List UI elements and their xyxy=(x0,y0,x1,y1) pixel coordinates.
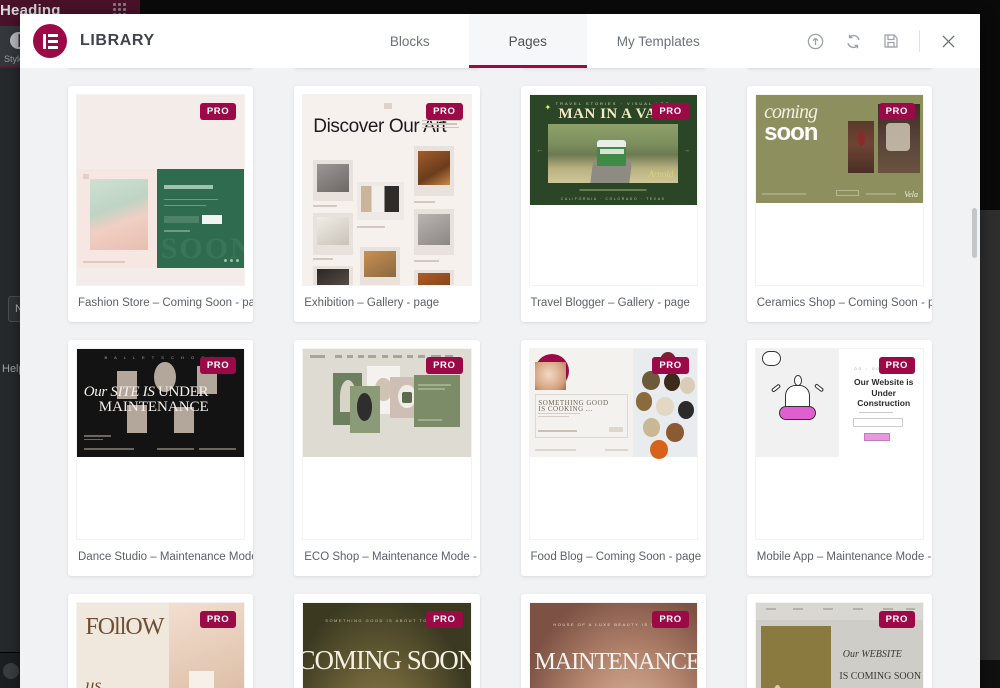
template-thumbnail: PRO TRAVEL STORIES · VISUAL LOG ✦ MAN IN… xyxy=(528,94,698,286)
pro-badge: PRO xyxy=(652,103,689,120)
thumb-headline-italic: Our SITE IS xyxy=(83,383,155,400)
tab-pages-label: Pages xyxy=(508,33,547,49)
template-caption: Fashion Store – Coming Soon - page xyxy=(78,297,254,309)
template-card[interactable]: PRO SOMETHING GOOD IS ABOUT TO COME COMI… xyxy=(294,594,480,688)
thumb-headline: MAN IN A VAN xyxy=(558,106,668,123)
pro-badge: PRO xyxy=(878,357,915,374)
thumbnail-art-dance-studio: B A L L E T S C H O O L Our SITE IS UNDE… xyxy=(77,349,245,539)
pro-badge: PRO xyxy=(878,611,915,628)
thumb-headline-1: Our Website is xyxy=(854,377,914,388)
editor-footer-left-icon[interactable] xyxy=(3,663,19,679)
thumb-headline: MAINTENANCE xyxy=(534,648,698,675)
thumb-footer: CALIFORNIA · COLORADO · TEXAS xyxy=(560,196,666,201)
template-card[interactable]: PRO FOllOW us xyxy=(68,594,254,688)
pro-badge: PRO xyxy=(199,611,237,628)
tab-blocks-label: Blocks xyxy=(389,33,430,49)
elementor-logo-icon xyxy=(33,24,67,58)
library-brand: LIBRARY xyxy=(33,24,155,58)
library-tabs: Blocks Pages My Templates xyxy=(351,14,730,68)
header-divider xyxy=(919,30,920,52)
thumbnail-art-fashion-store: SOON xyxy=(77,95,245,285)
template-library-modal: LIBRARY Blocks Pages My Templates PRO SO… xyxy=(20,14,980,688)
template-thumbnail: PRO xyxy=(754,348,924,540)
template-caption: ECO Shop – Maintenance Mode - p… xyxy=(304,551,480,563)
thumbnail-art-food-blog: unforgo SOMETHING GOOD IS COOKING ... xyxy=(529,349,697,539)
sync-icon[interactable] xyxy=(839,27,867,55)
library-title: LIBRARY xyxy=(80,32,155,49)
thumb-headline-1: FOllOW xyxy=(85,614,164,641)
library-content[interactable]: Wireframe – Services 2 - page Wireframe … xyxy=(20,68,980,688)
template-card[interactable]: PRO xyxy=(294,340,480,576)
template-card[interactable]: PRO B A L L E T S C H O O L Our SITE IS … xyxy=(68,340,254,576)
save-icon[interactable] xyxy=(877,27,905,55)
thumb-sub: D W M xyxy=(870,400,893,406)
thumb-headline-2: IS COMING SOON xyxy=(839,671,922,683)
pro-badge: PRO xyxy=(426,611,463,628)
thumbnail-art-ceramics-shop: coming soon Vela xyxy=(755,95,923,285)
pro-badge: PRO xyxy=(199,103,237,120)
thumb-brand: Vela xyxy=(904,189,918,199)
template-card[interactable]: PRO Our WEBSITE IS COMING SOON xyxy=(746,594,932,688)
vertical-scrollbar[interactable] xyxy=(972,208,977,258)
template-thumbnail: PRO Discover Our Art xyxy=(302,94,472,286)
template-thumbnail: PRO unforgo SOMETHING GOOD IS COOKING ..… xyxy=(528,348,698,540)
template-card[interactable]: PRO Discover Our Art Exhibition – Galler… xyxy=(294,86,480,322)
template-thumbnail: PRO HOUSE OF A LUXE BEAUTY IS UNDER MAIN… xyxy=(528,602,698,688)
thumb-headline-1: Our WEBSITE xyxy=(842,648,902,660)
close-icon[interactable] xyxy=(934,27,962,55)
library-header: LIBRARY Blocks Pages My Templates xyxy=(20,14,980,68)
pro-badge: PRO xyxy=(878,103,915,120)
template-thumbnail: PRO Our WEBSITE IS COMING SOON xyxy=(754,602,924,688)
thumb-headline-2: us xyxy=(85,675,102,688)
template-card[interactable]: PRO HOUSE OF A LUXE BEAUTY IS UNDER MAIN… xyxy=(520,594,706,688)
thumb-headline-rest: UNDER xyxy=(158,383,209,400)
template-thumbnail: PRO coming soon Vela xyxy=(754,94,924,286)
template-thumbnail: PRO SOON xyxy=(76,94,246,286)
pro-badge: PRO xyxy=(199,357,237,374)
template-card[interactable]: PRO unforgo SOMETHING GOOD IS COOKING ..… xyxy=(520,340,706,576)
template-thumbnail: PRO FOllOW us xyxy=(76,602,246,688)
upload-icon[interactable] xyxy=(801,27,829,55)
pro-badge: PRO xyxy=(426,357,463,374)
thumb-headline-2: MAINTENANCE xyxy=(98,398,209,415)
template-thumbnail: PRO SOMETHING GOOD IS ABOUT TO COME COMI… xyxy=(302,602,472,688)
thumb-headline: COMING SOON xyxy=(302,644,472,675)
tab-blocks[interactable]: Blocks xyxy=(351,14,469,68)
library-header-actions xyxy=(801,27,980,55)
template-card[interactable]: PRO xyxy=(746,340,932,576)
template-caption: Exhibition – Gallery - page xyxy=(304,297,440,309)
pro-badge: PRO xyxy=(652,357,689,374)
thumb-headline: soon xyxy=(764,118,818,146)
template-caption: Mobile App – Maintenance Mode - … xyxy=(756,551,932,563)
thumbnail-art-travel-blogger: TRAVEL STORIES · VISUAL LOG ✦ MAN IN A V… xyxy=(529,95,697,285)
pro-badge: PRO xyxy=(426,103,463,120)
template-thumbnail: PRO xyxy=(302,348,472,540)
thumbnail-art-exhibition: Discover Our Art xyxy=(303,95,471,285)
pro-badge: PRO xyxy=(652,611,689,628)
template-caption: Ceramics Shop – Coming Soon - pa… xyxy=(756,297,932,309)
tab-pages[interactable]: Pages xyxy=(468,14,587,68)
template-card[interactable]: PRO TRAVEL STORIES · VISUAL LOG ✦ MAN IN… xyxy=(520,86,706,322)
template-caption: Food Blog – Coming Soon - page xyxy=(530,551,702,563)
template-thumbnail: PRO B A L L E T S C H O O L Our SITE IS … xyxy=(76,348,246,540)
template-card[interactable]: PRO coming soon Vela Ceramics Shop – Com… xyxy=(746,86,932,322)
template-card[interactable]: PRO SOON Fashion Store xyxy=(68,86,254,322)
template-caption: Travel Blogger – Gallery - page xyxy=(530,297,690,309)
thumbnail-art-mobile-app: 00 : 00 : 00 : 00 Our Website is Under C… xyxy=(755,349,923,539)
thumbnail-art-eco-shop xyxy=(303,349,471,539)
tab-my-templates-label: My Templates xyxy=(616,33,700,49)
tab-my-templates[interactable]: My Templates xyxy=(587,14,730,68)
template-caption: Dance Studio – Maintenance Mode… xyxy=(78,551,254,563)
template-grid: Wireframe – Services 2 - page Wireframe … xyxy=(20,68,980,688)
